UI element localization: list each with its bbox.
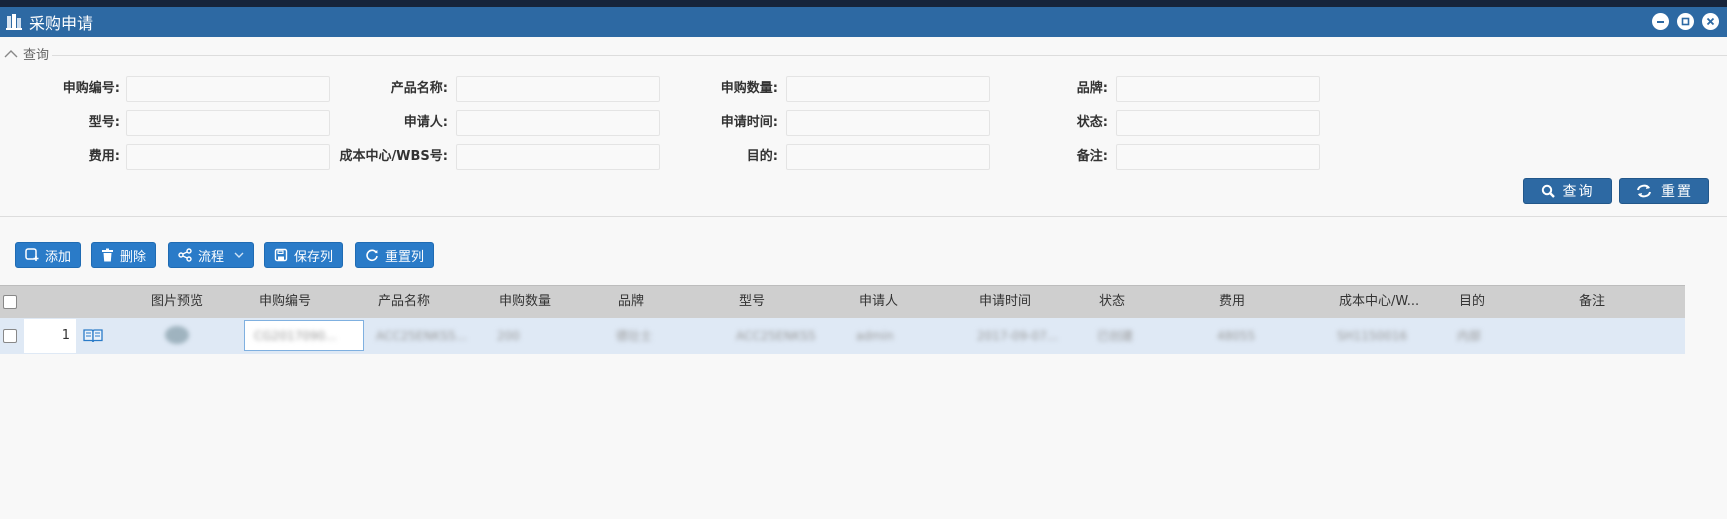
minimize-button[interactable] bbox=[1652, 13, 1669, 30]
window-titlebar: 采购申请 bbox=[0, 7, 1727, 37]
cell-brand: 德壮士 bbox=[616, 329, 653, 343]
model-input[interactable] bbox=[126, 110, 330, 136]
column-header[interactable]: 状态 bbox=[1099, 286, 1125, 318]
status-input[interactable] bbox=[1116, 110, 1320, 136]
cell-quantity: 200 bbox=[497, 329, 520, 343]
column-header[interactable]: 申请人 bbox=[859, 286, 898, 318]
brand-input[interactable] bbox=[1116, 76, 1320, 102]
cell-status: 已创建 bbox=[1097, 329, 1134, 343]
apply-time-input[interactable] bbox=[786, 110, 990, 136]
maximize-button[interactable] bbox=[1677, 13, 1694, 30]
column-header[interactable]: 备注 bbox=[1579, 286, 1605, 318]
close-icon bbox=[1706, 17, 1715, 26]
window-title: 采购申请 bbox=[29, 14, 94, 33]
purpose-input[interactable] bbox=[786, 144, 990, 170]
column-header[interactable]: 图片预览 bbox=[151, 286, 203, 318]
top-strip bbox=[0, 0, 1727, 7]
image-preview-thumbnail[interactable] bbox=[165, 326, 189, 344]
cell-product-name: ACC25ENKS5... bbox=[376, 329, 468, 343]
add-icon bbox=[25, 248, 39, 261]
search-button[interactable]: 查询 bbox=[1523, 178, 1612, 204]
column-header[interactable]: 型号 bbox=[739, 286, 765, 318]
column-header[interactable]: 费用 bbox=[1219, 286, 1245, 318]
chevron-down-icon bbox=[234, 252, 244, 258]
add-button[interactable]: 添加 bbox=[15, 242, 82, 268]
column-header[interactable]: 成本中心/W... bbox=[1339, 286, 1419, 318]
product-name-input[interactable] bbox=[456, 76, 660, 102]
field-label-brand: 品牌: bbox=[1076, 81, 1108, 96]
cell-apply-time: 2017-09-07... bbox=[977, 329, 1059, 343]
select-all-checkbox[interactable] bbox=[3, 295, 17, 309]
share-icon bbox=[178, 248, 192, 262]
cost-input[interactable] bbox=[126, 144, 330, 170]
field-label-cost-center: 成本中心/WBS号: bbox=[339, 149, 448, 164]
column-header[interactable]: 目的 bbox=[1459, 286, 1485, 318]
applicant-input[interactable] bbox=[456, 110, 660, 136]
refresh-icon bbox=[366, 249, 378, 262]
quantity-input[interactable] bbox=[786, 76, 990, 102]
cell-cost: 48055 bbox=[1217, 329, 1256, 343]
row-number: 1 bbox=[24, 319, 76, 353]
field-label-model: 型号: bbox=[88, 115, 120, 130]
column-header[interactable]: 申请时间 bbox=[979, 286, 1031, 318]
section-divider bbox=[0, 216, 1727, 217]
chevron-up-icon bbox=[4, 49, 18, 57]
maximize-icon bbox=[1681, 17, 1690, 26]
grid-header: 图片预览 申购编号 产品名称 申购数量 品牌 型号 申请人 申请时间 状态 费用… bbox=[0, 285, 1685, 318]
reset-button[interactable]: 重置 bbox=[1619, 178, 1709, 204]
refresh-icon bbox=[1637, 184, 1651, 198]
column-header[interactable]: 品牌 bbox=[618, 286, 644, 318]
field-label-purpose: 目的: bbox=[746, 149, 778, 164]
save-icon bbox=[274, 248, 288, 262]
reset-columns-button[interactable]: 重置列 bbox=[355, 242, 435, 268]
field-label-request-no: 申购编号: bbox=[62, 81, 120, 96]
cell-model: ACC25ENKS5 bbox=[736, 329, 816, 343]
field-label-apply-time: 申请时间: bbox=[720, 115, 778, 130]
query-legend-label: 查询 bbox=[23, 48, 50, 63]
app-icon bbox=[6, 14, 22, 30]
field-label-applicant: 申请人: bbox=[403, 115, 448, 130]
field-label-status: 状态: bbox=[1076, 115, 1108, 130]
column-header[interactable]: 申购编号 bbox=[259, 286, 311, 318]
trash-icon bbox=[102, 248, 113, 262]
request-no-input[interactable] bbox=[126, 76, 330, 102]
book-icon[interactable] bbox=[83, 328, 103, 343]
query-panel-toggle[interactable]: 查询 bbox=[0, 44, 49, 63]
field-label-remark: 备注: bbox=[1076, 149, 1108, 164]
minimize-icon bbox=[1657, 21, 1664, 23]
cell-purpose: 内部 bbox=[1457, 329, 1482, 343]
field-label-quantity: 申购数量: bbox=[720, 81, 778, 96]
save-columns-button[interactable]: 保存列 bbox=[264, 242, 344, 268]
cell-applicant: admin bbox=[856, 329, 894, 343]
cell-request-no: CG2017090... bbox=[254, 329, 337, 343]
column-header[interactable]: 产品名称 bbox=[378, 286, 430, 318]
remark-input[interactable] bbox=[1116, 144, 1320, 170]
query-divider bbox=[52, 55, 1727, 56]
column-header[interactable]: 申购数量 bbox=[499, 286, 551, 318]
cost-center-input[interactable] bbox=[456, 144, 660, 170]
field-label-product-name: 产品名称: bbox=[390, 81, 448, 96]
close-button[interactable] bbox=[1702, 13, 1719, 30]
delete-button[interactable]: 删除 bbox=[91, 242, 157, 268]
field-label-cost: 费用: bbox=[88, 149, 120, 164]
flow-dropdown-button[interactable]: 流程 bbox=[168, 242, 255, 268]
table-row[interactable]: 1 CG2017090... ACC25ENKS5... 200 德壮士 ACC… bbox=[0, 318, 1685, 354]
cell-cost-center: SH1150016 bbox=[1337, 329, 1408, 343]
search-icon bbox=[1541, 184, 1555, 198]
row-checkbox[interactable] bbox=[3, 329, 17, 343]
